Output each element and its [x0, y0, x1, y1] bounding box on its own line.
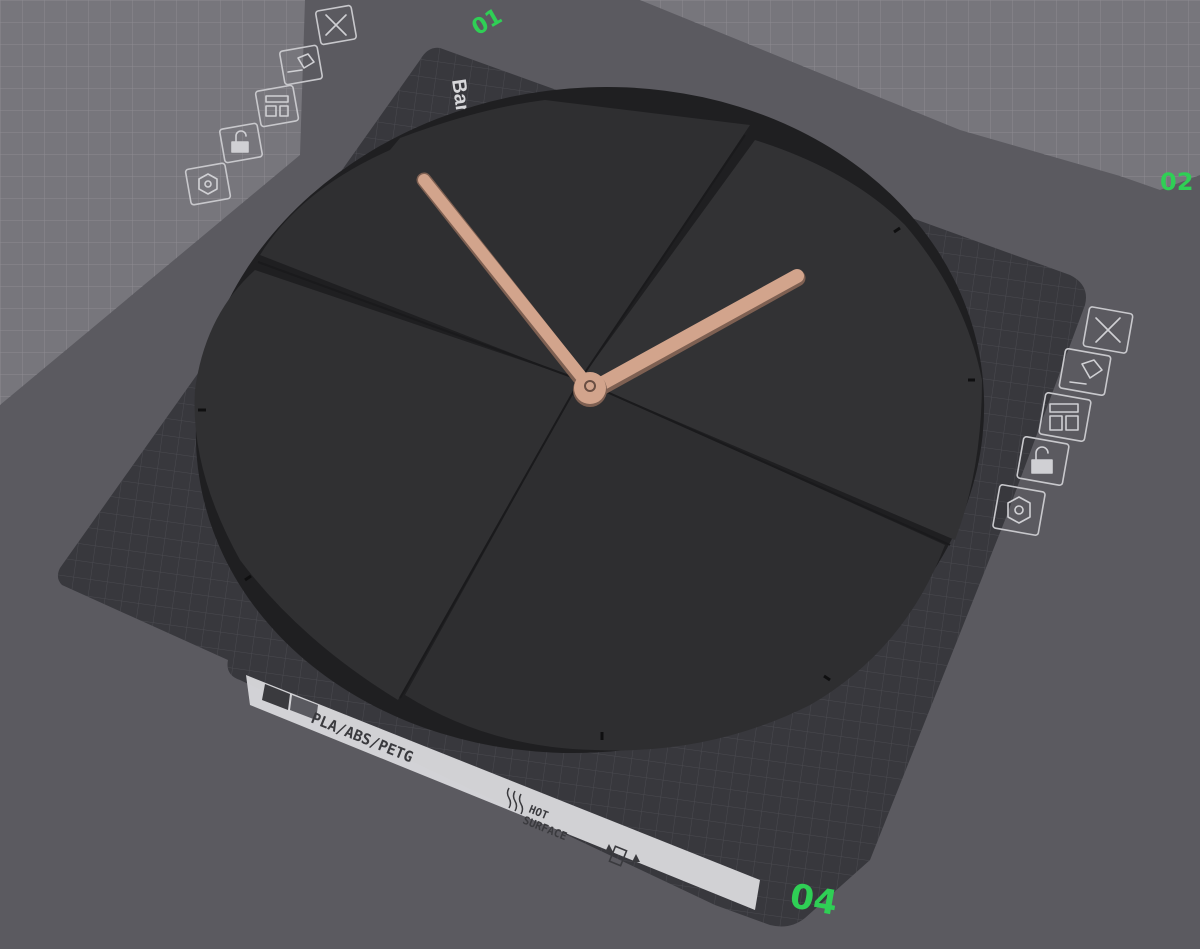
plate-settings-button[interactable]: [992, 484, 1046, 536]
plate-toolbar-right: [992, 306, 1134, 536]
lock-plate-button[interactable]: [1016, 436, 1070, 486]
arrange-button[interactable]: [1038, 392, 1092, 442]
close-icon: [1095, 317, 1121, 343]
close-plate-button[interactable]: [1082, 306, 1134, 354]
auto-orient-icon: [1069, 359, 1103, 385]
arrange-icon: [1049, 403, 1079, 431]
gear-icon: [1007, 496, 1031, 524]
auto-orient-button[interactable]: [1058, 347, 1112, 397]
lock-icon: [1031, 446, 1053, 474]
